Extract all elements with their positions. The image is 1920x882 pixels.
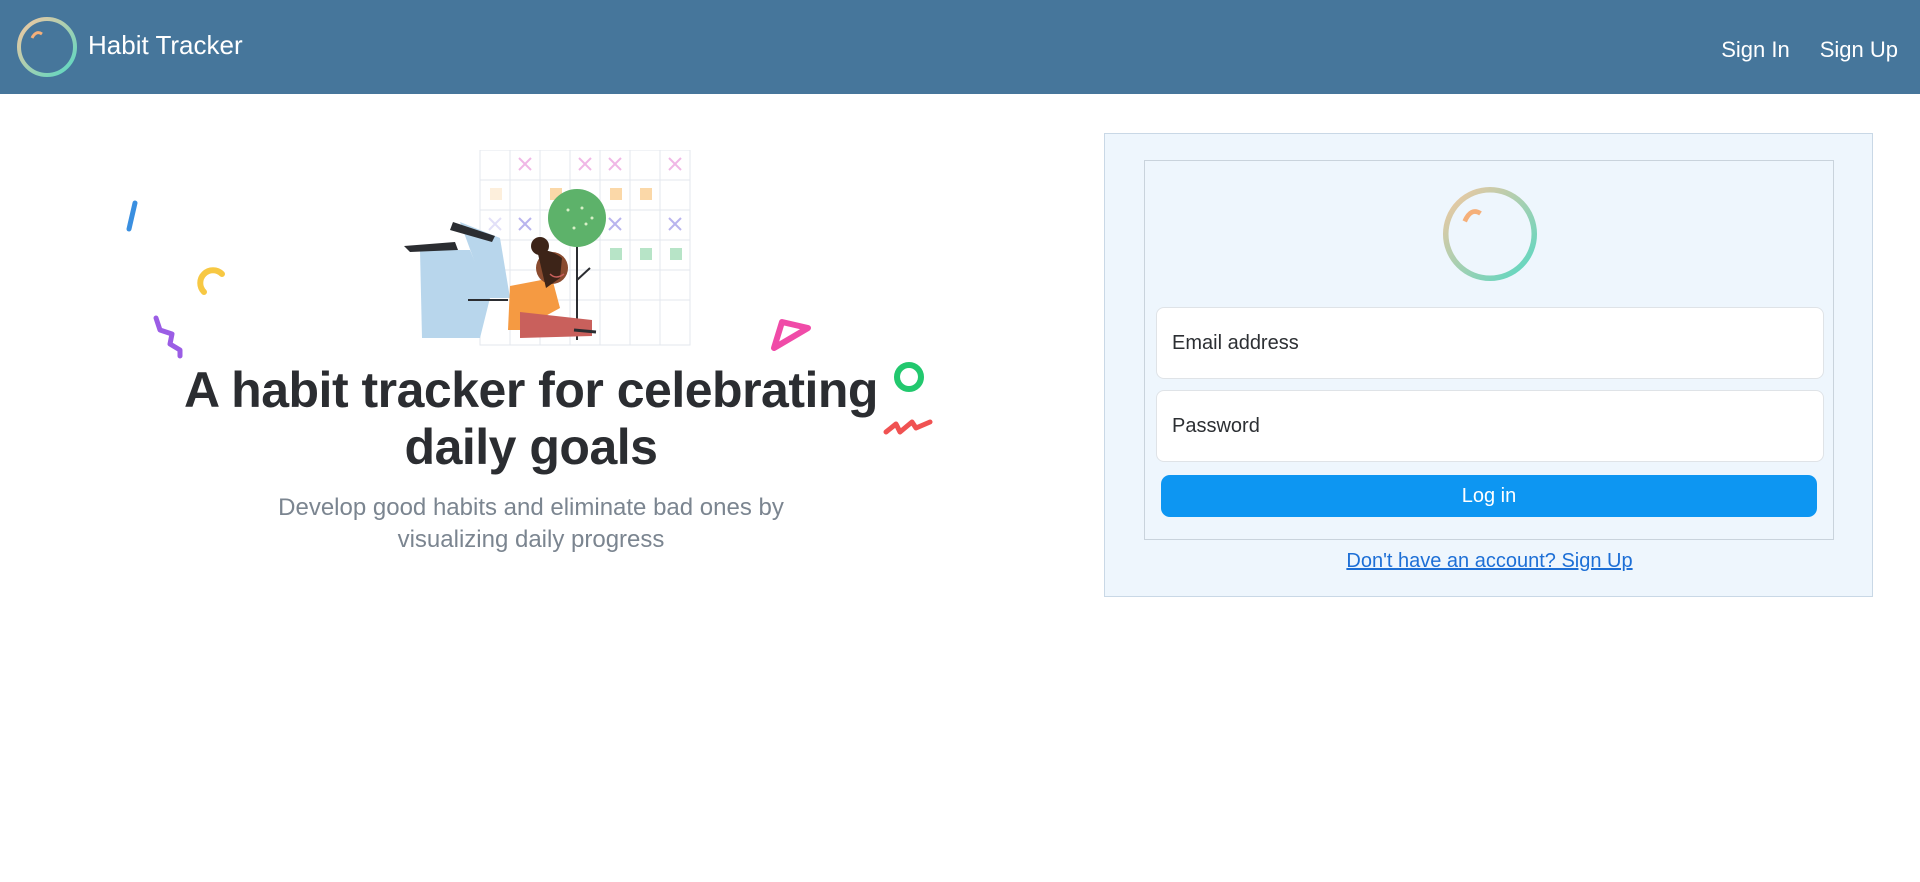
habit-tracker-logo-icon: [1442, 186, 1538, 282]
nav-sign-in-link[interactable]: Sign In: [1721, 37, 1790, 63]
habit-tracker-logo-icon: [17, 17, 77, 77]
nav-sign-up-link[interactable]: Sign Up: [1820, 37, 1898, 63]
hero-title: A habit tracker for celebrating daily go…: [184, 362, 878, 475]
hero-subtitle: Develop good habits and eliminate bad on…: [278, 494, 784, 553]
blue-dash-icon: [126, 200, 138, 232]
brand-name: Habit Tracker: [88, 29, 243, 60]
password-field[interactable]: [1156, 390, 1824, 462]
sign-up-link[interactable]: Don't have an account? Sign Up: [1105, 550, 1874, 573]
hero-section: A habit tracker for celebrating daily go…: [0, 94, 1100, 594]
login-panel: Log in Don't have an account? Sign Up: [1104, 133, 1873, 597]
pink-triangle-icon: [771, 319, 811, 351]
nav-links: Sign In Sign Up: [1721, 37, 1898, 63]
email-field[interactable]: [1156, 307, 1824, 379]
top-navbar: Habit Tracker Sign In Sign Up: [0, 0, 1920, 94]
brand-link[interactable]: Habit Tracker: [16, 16, 243, 78]
log-in-button[interactable]: Log in: [1161, 475, 1817, 517]
purple-zigzag-icon: [153, 315, 183, 359]
person-with-habit-grid-illustration: [404, 150, 691, 346]
yellow-arc-icon: [197, 267, 225, 295]
login-form: Log in: [1144, 160, 1834, 540]
